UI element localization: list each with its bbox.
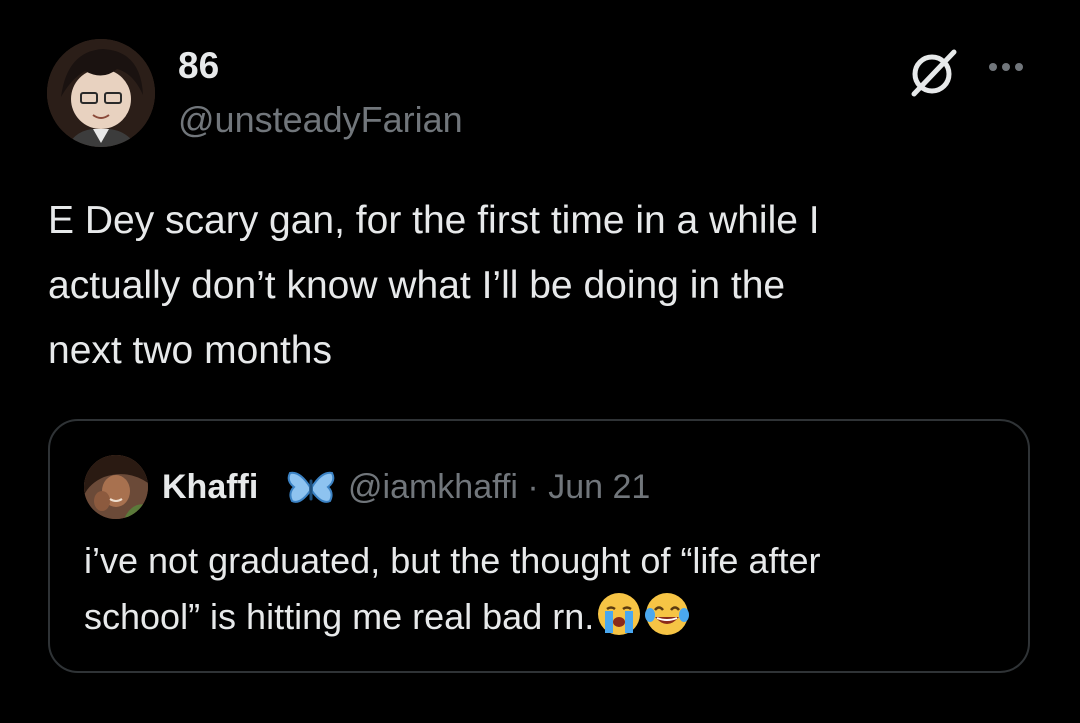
more-options-button[interactable] — [980, 52, 1032, 82]
more-options-icon — [989, 63, 1023, 71]
loudly-crying-face-emoji-icon — [596, 591, 642, 637]
quoted-tweet-line-2-text: school” is hitting me real bad rn. — [84, 596, 595, 637]
quoted-author-avatar-icon — [84, 455, 148, 519]
quoted-tweet-text: i’ve not graduated, but the thought of “… — [84, 533, 1014, 645]
quoted-tweet-date[interactable]: Jun 21 — [548, 468, 650, 506]
grok-icon — [911, 49, 957, 97]
quoted-tweet-meta: @iamkhaffi · Jun 21 — [348, 465, 650, 509]
meta-separator: · — [527, 468, 539, 506]
author-handle[interactable]: @unsteadyFarian — [178, 98, 463, 142]
grok-button[interactable] — [906, 44, 962, 100]
quoted-tweet-card[interactable]: Khaffi @iamkhaffi · Jun 21 i’ve not grad… — [48, 419, 1030, 673]
anime-character-avatar-icon — [47, 39, 155, 147]
quoted-author-avatar[interactable] — [84, 455, 148, 519]
author-display-name[interactable]: 86 — [178, 44, 219, 88]
butterfly-emoji-icon — [286, 469, 336, 509]
quoted-tweet-line-1: i’ve not graduated, but the thought of “… — [84, 540, 821, 581]
author-avatar[interactable] — [47, 39, 155, 147]
face-with-tears-of-joy-emoji-icon — [644, 591, 690, 637]
quoted-author-name[interactable]: Khaffi — [162, 465, 258, 509]
quoted-tweet-line-2: school” is hitting me real bad rn. — [84, 589, 1014, 645]
tweet-text: E Dey scary gan, for the first time in a… — [48, 199, 820, 372]
quoted-author-handle[interactable]: @iamkhaffi — [348, 468, 518, 506]
